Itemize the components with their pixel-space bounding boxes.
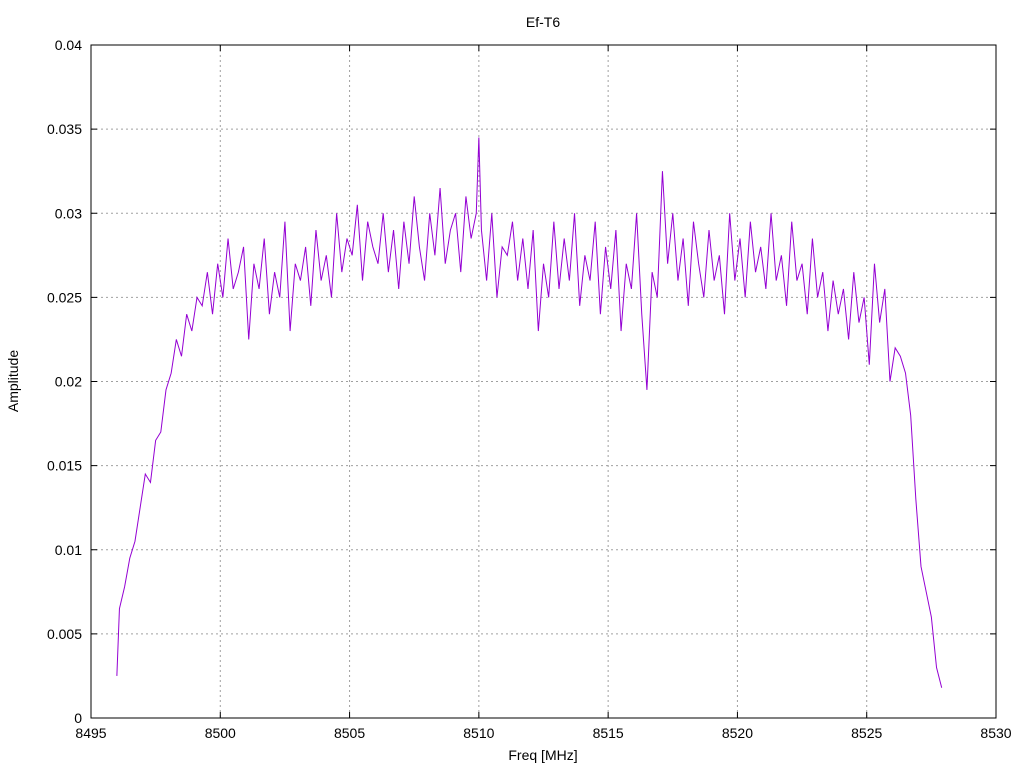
series-line xyxy=(116,137,943,688)
y-tick-label: 0 xyxy=(74,710,82,726)
y-tick-label: 0.015 xyxy=(47,458,82,474)
y-tick-label: 0.03 xyxy=(55,205,82,221)
y-tick-label: 0.04 xyxy=(55,37,82,53)
x-tick-label: 8495 xyxy=(75,725,106,741)
series-layer xyxy=(116,137,943,688)
x-axis-label: Freq [MHz] xyxy=(508,747,577,763)
y-tick-label: 0.005 xyxy=(47,626,82,642)
chart-title: Ef-T6 xyxy=(526,14,560,30)
x-tick-label: 8520 xyxy=(722,725,753,741)
x-tick-label: 8505 xyxy=(334,725,365,741)
x-tick-label: 8525 xyxy=(851,725,882,741)
y-tick-label: 0.02 xyxy=(55,374,82,390)
grid-lines xyxy=(91,45,996,718)
x-tick-label: 8530 xyxy=(980,725,1011,741)
y-tick-label: 0.025 xyxy=(47,289,82,305)
x-tick-labels: 8495 8500 8505 8510 8515 8520 8525 8530 xyxy=(75,725,1011,741)
x-tick-label: 8510 xyxy=(463,725,494,741)
line-chart: 8495 8500 8505 8510 8515 8520 8525 8530 00.0050… xyxy=(5,14,1012,763)
y-tick-labels: 0 0.005 0.01 0.015 0.02 0.025 0.03 0.035 0.04 xyxy=(47,37,82,726)
y-tick-label: 0.035 xyxy=(47,121,82,137)
y-tick-label: 0.01 xyxy=(55,542,82,558)
y-axis-label: Amplitude xyxy=(5,350,21,412)
x-tick-label: 8515 xyxy=(593,725,624,741)
x-tick-label: 8500 xyxy=(205,725,236,741)
